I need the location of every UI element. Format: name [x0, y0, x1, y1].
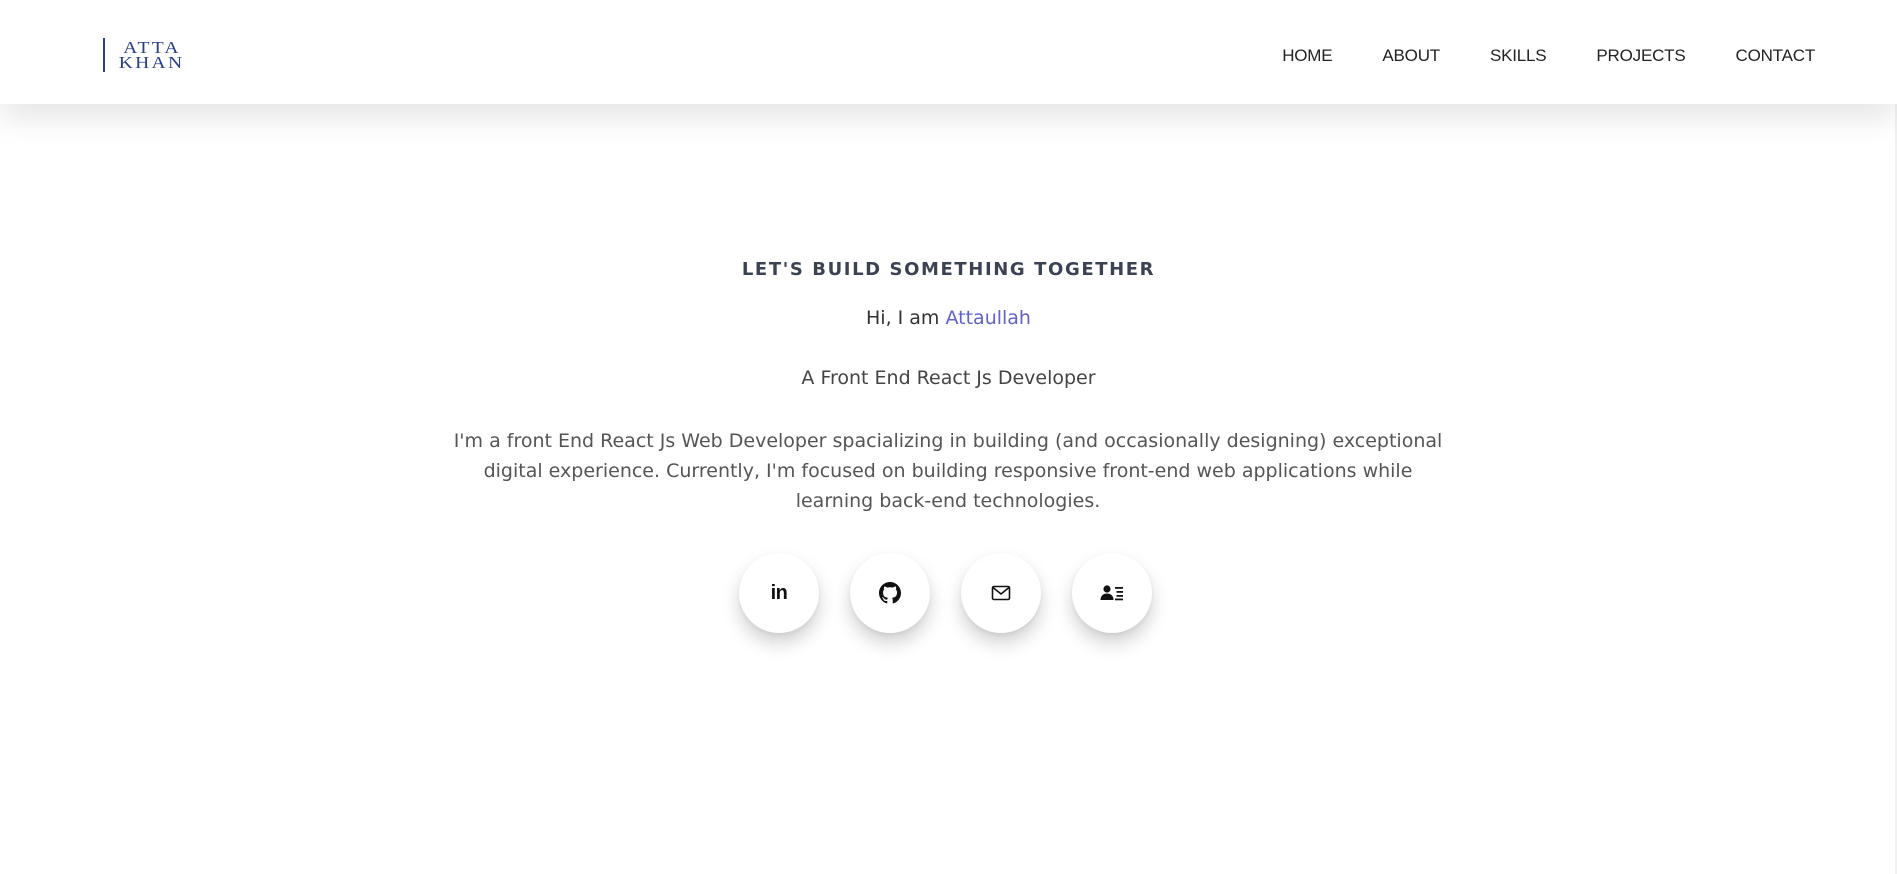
linkedin-icon: in: [770, 581, 788, 604]
hero-role: A Front End React Js Developer: [801, 367, 1096, 389]
logo-bar: [103, 38, 105, 72]
mail-icon: [991, 585, 1011, 601]
logo-line-2: KHAN: [118, 53, 185, 72]
social-links: in: [739, 553, 1152, 633]
nav-skills[interactable]: SKILLS: [1490, 46, 1547, 66]
mail-button[interactable]: [961, 553, 1041, 633]
logo-text: ATTA KHAN: [119, 39, 182, 71]
hero-bio: I'm a front End React Js Web Developer s…: [453, 430, 1443, 512]
nav-about[interactable]: ABOUT: [1382, 46, 1440, 66]
contact-card-button[interactable]: [1072, 553, 1152, 633]
greeting-prefix: Hi, I am: [866, 307, 946, 329]
contact-card-icon: [1100, 585, 1123, 601]
main-nav: HOME ABOUT SKILLS PROJECTS CONTACT: [1232, 0, 1815, 112]
nav-contact[interactable]: CONTACT: [1736, 46, 1816, 66]
nav-home[interactable]: HOME: [1282, 46, 1332, 66]
hero-eyebrow: LET'S BUILD SOMETHING TOGETHER: [741, 259, 1156, 280]
hero-greeting: Hi, I am Attaullah: [0, 307, 1897, 329]
greeting-name: Attaullah: [945, 307, 1031, 329]
nav-projects[interactable]: PROJECTS: [1596, 46, 1685, 66]
linkedin-button[interactable]: in: [739, 553, 819, 633]
page: ATTA KHAN HOME ABOUT SKILLS PROJECTS CON…: [0, 0, 1897, 874]
github-icon: [879, 582, 901, 604]
site-logo[interactable]: ATTA KHAN: [103, 38, 182, 72]
github-button[interactable]: [850, 553, 930, 633]
site-header: ATTA KHAN HOME ABOUT SKILLS PROJECTS CON…: [0, 0, 1897, 104]
